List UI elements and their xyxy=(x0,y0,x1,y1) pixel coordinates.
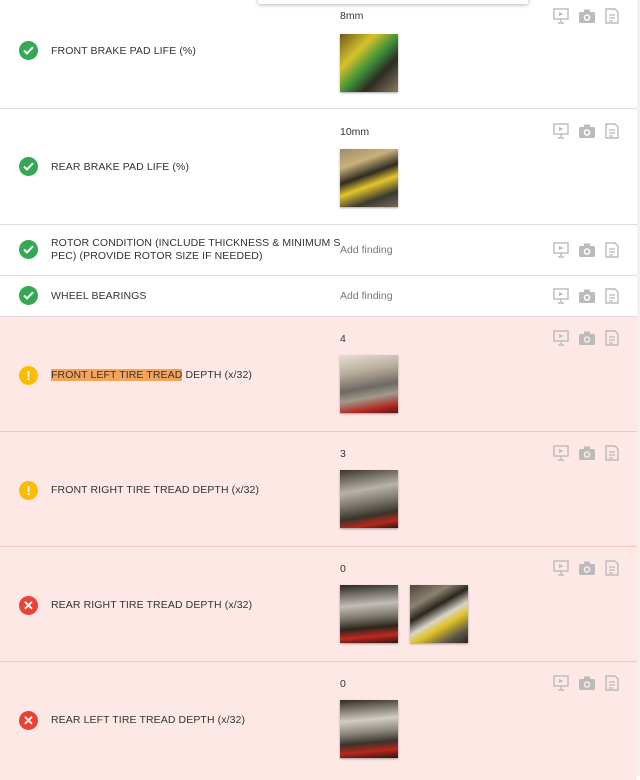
item-label: FRONT LEFT TIRE TREAD DEPTH (x/32) xyxy=(51,369,321,382)
x-icon: ✕ xyxy=(19,596,38,615)
item-label: FRONT RIGHT TIRE TREAD DEPTH (x/32) xyxy=(51,484,260,496)
inspection-list: FRONT BRAKE PAD LIFE (%) 8mm REAR BRAKE … xyxy=(0,0,637,780)
video-icon[interactable] xyxy=(553,288,571,304)
notes-icon[interactable] xyxy=(603,675,621,691)
check-icon xyxy=(19,240,38,259)
notes-icon[interactable] xyxy=(603,123,621,139)
notes-icon[interactable] xyxy=(603,560,621,576)
measurement-value: 4 xyxy=(340,333,346,345)
row-toolbar xyxy=(553,330,621,346)
row-toolbar xyxy=(553,560,621,576)
notes-icon[interactable] xyxy=(603,242,621,258)
camera-icon[interactable] xyxy=(578,675,596,691)
measurement-value: 8mm xyxy=(340,10,364,22)
video-icon[interactable] xyxy=(553,8,571,24)
exclamation-glyph: ! xyxy=(26,368,31,383)
measurement-value: 10mm xyxy=(340,126,370,138)
photo-thumbnail[interactable] xyxy=(410,585,468,643)
video-icon[interactable] xyxy=(553,675,571,691)
item-label: REAR BRAKE PAD LIFE (%) xyxy=(51,161,190,173)
video-icon[interactable] xyxy=(553,330,571,346)
x-glyph: ✕ xyxy=(23,712,34,728)
row-toolbar xyxy=(553,288,621,304)
measurement-value: 3 xyxy=(340,448,346,460)
camera-icon[interactable] xyxy=(578,288,596,304)
check-icon xyxy=(19,286,38,305)
x-icon: ✕ xyxy=(19,711,38,730)
video-icon[interactable] xyxy=(553,242,571,258)
exclamation-glyph: ! xyxy=(26,483,31,498)
exclamation-icon: ! xyxy=(19,481,38,500)
inspection-row: ✕ REAR RIGHT TIRE TREAD DEPTH (x/32) 0 xyxy=(0,547,637,662)
row-toolbar xyxy=(553,675,621,691)
photo-thumbnail[interactable] xyxy=(340,585,398,643)
row-toolbar xyxy=(553,445,621,461)
notes-icon[interactable] xyxy=(603,288,621,304)
notes-icon[interactable] xyxy=(603,330,621,346)
add-finding-link[interactable]: Add finding xyxy=(340,244,393,256)
inspection-row: FRONT BRAKE PAD LIFE (%) 8mm xyxy=(0,0,637,109)
inspection-row: ! FRONT RIGHT TIRE TREAD DEPTH (x/32) 3 xyxy=(0,432,637,547)
video-icon[interactable] xyxy=(553,560,571,576)
inspection-row: ! FRONT LEFT TIRE TREAD DEPTH (x/32) 4 xyxy=(0,317,637,432)
x-glyph: ✕ xyxy=(23,597,34,613)
camera-icon[interactable] xyxy=(578,8,596,24)
camera-icon[interactable] xyxy=(578,123,596,139)
video-icon[interactable] xyxy=(553,123,571,139)
item-label-line2: PEC) (PROVIDE ROTOR SIZE IF NEEDED) xyxy=(51,250,263,262)
highlighted-text: FRONT LEFT TIRE TREAD xyxy=(51,369,183,381)
item-label: REAR RIGHT TIRE TREAD DEPTH (x/32) xyxy=(51,599,253,611)
exclamation-icon: ! xyxy=(19,366,38,385)
inspection-row: ROTOR CONDITION (INCLUDE THICKNESS & MIN… xyxy=(0,225,637,276)
item-label-line1: ROTOR CONDITION (INCLUDE THICKNESS & MIN… xyxy=(51,237,341,249)
photo-thumbnail[interactable] xyxy=(340,470,398,528)
measurement-value: 0 xyxy=(340,678,346,690)
check-icon xyxy=(19,41,38,60)
photo-thumbnail[interactable] xyxy=(340,34,398,92)
inspection-row: WHEEL BEARINGS Add finding xyxy=(0,276,637,317)
inspection-row: REAR BRAKE PAD LIFE (%) 10mm xyxy=(0,109,637,225)
row-toolbar xyxy=(553,123,621,139)
item-label-rest: DEPTH (x/32) xyxy=(182,369,252,381)
row-toolbar xyxy=(553,8,621,24)
camera-icon[interactable] xyxy=(578,445,596,461)
item-label: FRONT BRAKE PAD LIFE (%) xyxy=(51,45,196,57)
photo-thumbnail[interactable] xyxy=(340,700,398,758)
row-toolbar xyxy=(553,242,621,258)
notes-icon[interactable] xyxy=(603,8,621,24)
photo-thumbnail[interactable] xyxy=(340,355,398,413)
camera-icon[interactable] xyxy=(578,242,596,258)
measurement-value: 0 xyxy=(340,563,346,575)
camera-icon[interactable] xyxy=(578,560,596,576)
photo-thumbnail[interactable] xyxy=(340,149,398,207)
item-label: WHEEL BEARINGS xyxy=(51,290,147,302)
add-finding-link[interactable]: Add finding xyxy=(340,290,393,302)
item-label: REAR LEFT TIRE TREAD DEPTH (x/32) xyxy=(51,714,246,726)
video-icon[interactable] xyxy=(553,445,571,461)
check-icon xyxy=(19,157,38,176)
inspection-row: ✕ REAR LEFT TIRE TREAD DEPTH (x/32) 0 xyxy=(0,662,637,780)
item-label: ROTOR CONDITION (INCLUDE THICKNESS & MIN… xyxy=(51,237,341,263)
notes-icon[interactable] xyxy=(603,445,621,461)
camera-icon[interactable] xyxy=(578,330,596,346)
